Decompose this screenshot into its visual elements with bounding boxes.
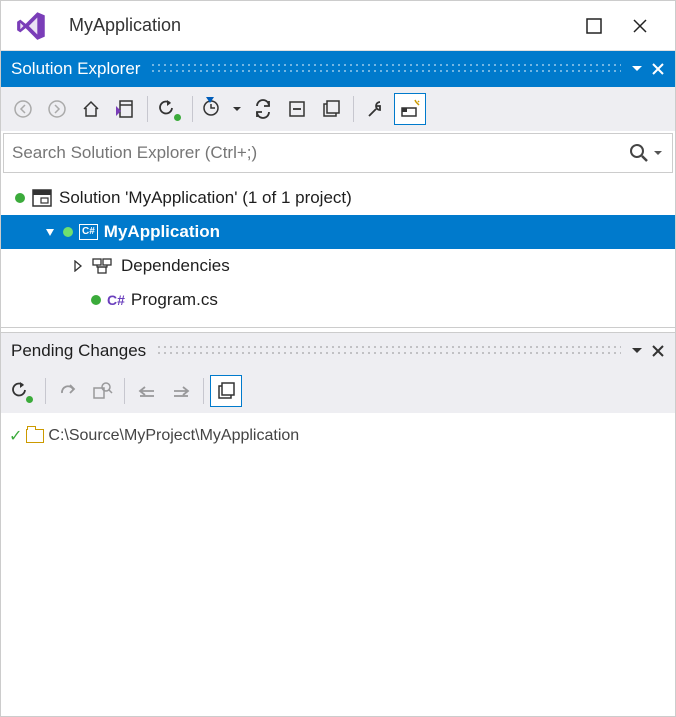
visual-studio-logo-icon (9, 9, 69, 43)
compare-button[interactable] (86, 375, 118, 407)
status-dot-icon (15, 193, 25, 203)
undo-arrow-button[interactable] (131, 375, 163, 407)
solution-explorer-header[interactable]: Solution Explorer (1, 51, 675, 87)
maximize-button[interactable] (585, 17, 603, 35)
preview-selected-button[interactable] (394, 93, 426, 125)
sync-button[interactable] (247, 93, 279, 125)
refresh-button[interactable] (154, 93, 186, 125)
file-label: Program.cs (131, 290, 218, 310)
search-input[interactable] (12, 143, 628, 163)
panel-grip (150, 62, 621, 76)
search-dropdown-icon[interactable] (652, 147, 664, 159)
toolbar-separator (192, 96, 193, 122)
solution-tree: Solution 'MyApplication' (1 of 1 project… (1, 175, 675, 327)
panel-dropdown-icon[interactable] (631, 345, 643, 357)
csharp-project-icon: C# (79, 224, 98, 240)
show-all-files-button[interactable] (315, 93, 347, 125)
solution-icon (31, 188, 53, 208)
folder-icon (26, 429, 44, 443)
pending-changes-title: Pending Changes (11, 341, 146, 361)
dependencies-node[interactable]: Dependencies (1, 249, 675, 283)
window-title: MyApplication (69, 15, 585, 36)
refresh-button[interactable] (7, 375, 39, 407)
solution-explorer-title: Solution Explorer (11, 59, 140, 79)
redo-button[interactable] (52, 375, 84, 407)
switch-views-button[interactable] (109, 93, 141, 125)
pending-changes-body: ✓ C:\Source\MyProject\MyApplication (1, 413, 675, 716)
properties-button[interactable] (360, 93, 392, 125)
project-node[interactable]: C# MyApplication (1, 215, 675, 249)
toolbar-separator (45, 378, 46, 404)
pending-filter-dropdown[interactable] (199, 93, 245, 125)
panel-close-icon[interactable] (651, 344, 665, 358)
search-bar[interactable] (3, 133, 673, 173)
redo-arrow-button[interactable] (165, 375, 197, 407)
solution-label: Solution 'MyApplication' (1 of 1 project… (59, 188, 352, 208)
view-mode-button[interactable] (210, 375, 242, 407)
csharp-file-icon: C# (107, 292, 125, 308)
solution-explorer-toolbar (1, 87, 675, 131)
toolbar-separator (353, 96, 354, 122)
dependencies-icon (91, 257, 115, 275)
pending-path-label: C:\Source\MyProject\MyApplication (48, 427, 299, 445)
status-dot-icon (63, 227, 73, 237)
solution-node[interactable]: Solution 'MyApplication' (1 of 1 project… (1, 181, 675, 215)
panel-dropdown-icon[interactable] (631, 63, 643, 75)
toolbar-separator (147, 96, 148, 122)
pending-changes-header[interactable]: Pending Changes (1, 333, 675, 369)
home-button[interactable] (75, 93, 107, 125)
collapse-all-button[interactable] (281, 93, 313, 125)
file-node-program[interactable]: C# Program.cs (1, 283, 675, 317)
back-button[interactable] (7, 93, 39, 125)
pending-path-row[interactable]: ✓ C:\Source\MyProject\MyApplication (1, 421, 675, 451)
toolbar-separator (203, 378, 204, 404)
panel-grip (156, 344, 621, 358)
panel-close-icon[interactable] (651, 62, 665, 76)
close-button[interactable] (631, 17, 649, 35)
project-label: MyApplication (104, 222, 220, 242)
status-dot-icon (91, 295, 101, 305)
expand-icon[interactable] (71, 260, 85, 272)
collapse-icon[interactable] (43, 226, 57, 238)
checkmark-icon: ✓ (9, 426, 22, 446)
dependencies-label: Dependencies (121, 256, 230, 276)
toolbar-separator (124, 378, 125, 404)
forward-button[interactable] (41, 93, 73, 125)
window-titlebar: MyApplication (1, 1, 675, 51)
search-icon[interactable] (628, 142, 650, 164)
pending-changes-toolbar (1, 369, 675, 413)
